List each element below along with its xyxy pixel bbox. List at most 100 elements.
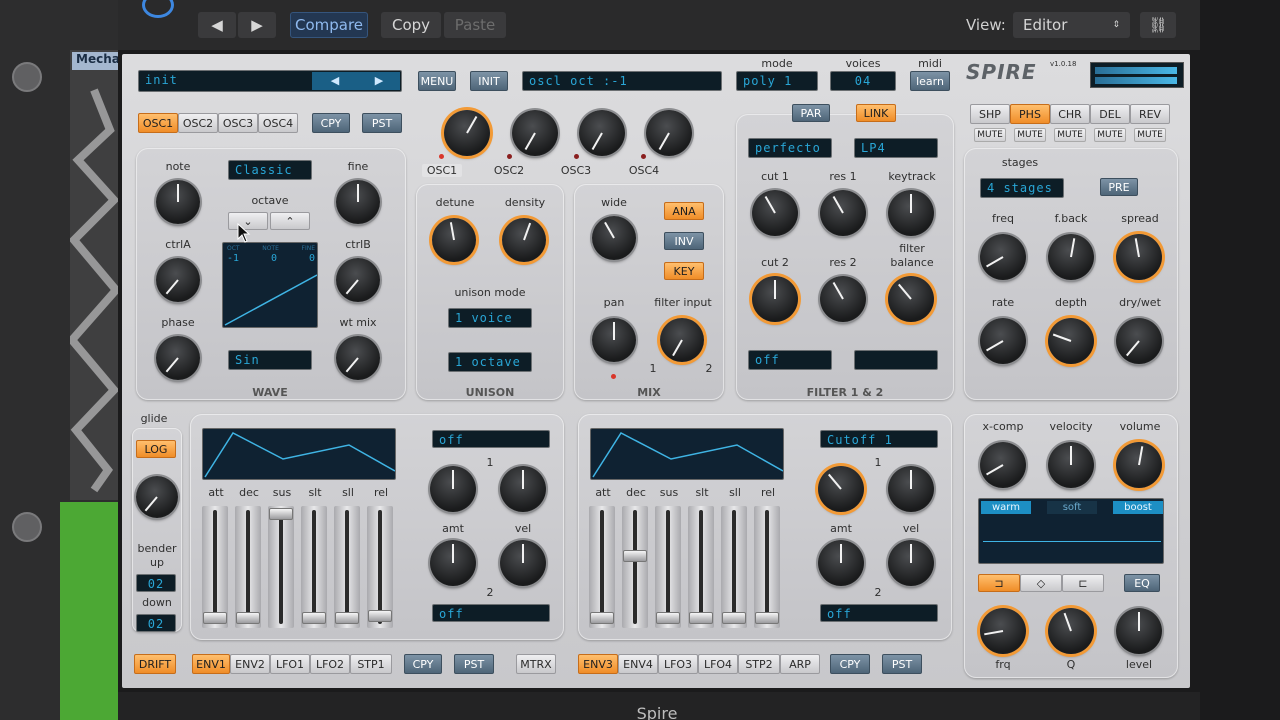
unison-voice-display[interactable]: 1 voice (448, 308, 532, 328)
cut1-knob[interactable] (752, 190, 798, 236)
glide-knob[interactable] (136, 476, 178, 518)
tab-lfo4[interactable]: LFO4 (698, 654, 738, 674)
eq-highshelf-button[interactable]: ⊏ (1062, 574, 1104, 592)
mute-shp-button[interactable]: MUTE (974, 128, 1006, 142)
env-left-copy-button[interactable]: CPY (404, 654, 442, 674)
note-knob[interactable] (156, 180, 200, 224)
paste-button[interactable]: Paste (444, 12, 506, 38)
voices-display[interactable]: 04 (830, 71, 896, 91)
osc2-level-knob[interactable] (512, 110, 558, 156)
env-left-dest2-display[interactable]: off (432, 604, 550, 622)
eq-frq-knob[interactable] (980, 608, 1026, 654)
env-left-dest1-display[interactable]: off (432, 430, 550, 448)
ana-button[interactable]: ANA (664, 202, 704, 220)
tab-osc1[interactable]: OSC1 (138, 113, 178, 133)
osc4-level-knob[interactable] (646, 110, 692, 156)
tab-env4[interactable]: ENV4 (618, 654, 658, 674)
env-right-copy-button[interactable]: CPY (830, 654, 870, 674)
filter1-mode-display[interactable]: LP4 (854, 138, 938, 158)
keytrack-knob[interactable] (888, 190, 934, 236)
filter2-type-display[interactable]: off (748, 350, 832, 370)
env-right-amt1-knob[interactable] (818, 466, 864, 512)
env-left-amt2-knob[interactable] (430, 540, 476, 586)
preset-next-button[interactable]: ▶ (358, 72, 400, 90)
mtrx-button[interactable]: MTRX (516, 654, 556, 674)
tab-lfo3[interactable]: LFO3 (658, 654, 698, 674)
filter-balance-knob[interactable] (888, 276, 934, 322)
env-left-rel-fader[interactable] (367, 506, 393, 628)
osc-type-display[interactable]: Classic (228, 160, 312, 180)
menu-button[interactable]: MENU (418, 71, 456, 91)
tab-osc2[interactable]: OSC2 (178, 113, 218, 133)
env-left-vel2-knob[interactable] (500, 540, 546, 586)
tab-osc4[interactable]: OSC4 (258, 113, 298, 133)
env-right-amt2-knob[interactable] (818, 540, 864, 586)
midi-learn-button[interactable]: learn (910, 71, 950, 91)
boost-button[interactable]: boost (1113, 501, 1163, 514)
env-right-dec-fader[interactable] (622, 506, 648, 628)
bender-up-display[interactable]: 02 (136, 574, 176, 592)
depth-knob[interactable] (1048, 318, 1094, 364)
prev-preset-button[interactable]: ◀ (198, 12, 236, 38)
copy-button[interactable]: Copy (381, 12, 441, 38)
par-button[interactable]: PAR (792, 104, 830, 122)
bender-down-display[interactable]: 02 (136, 614, 176, 632)
eq-button[interactable]: EQ (1124, 574, 1160, 592)
env-left-slt-fader[interactable] (301, 506, 327, 628)
filter-input-knob[interactable] (660, 318, 704, 362)
env-right-slt-fader[interactable] (688, 506, 714, 628)
inv-button[interactable]: INV (664, 232, 704, 250)
rate-knob[interactable] (980, 318, 1026, 364)
track-name[interactable]: Mecha (72, 52, 118, 70)
tab-stp2[interactable]: STP2 (738, 654, 780, 674)
env-left-sus-fader[interactable] (268, 506, 294, 628)
host-knob-1[interactable] (12, 62, 42, 92)
green-region[interactable] (60, 502, 118, 720)
octave-up-button[interactable]: ⌃ (270, 212, 310, 230)
wide-knob[interactable] (592, 216, 636, 260)
fback-knob[interactable] (1048, 234, 1094, 280)
host-knob-2[interactable] (12, 512, 42, 542)
mute-chr-button[interactable]: MUTE (1054, 128, 1086, 142)
tab-phs[interactable]: PHS (1010, 104, 1050, 124)
key-button[interactable]: KEY (664, 262, 704, 280)
freq-knob[interactable] (980, 234, 1026, 280)
tab-env1[interactable]: ENV1 (192, 654, 230, 674)
soft-button[interactable]: soft (1047, 501, 1097, 514)
detune-knob[interactable] (432, 218, 476, 262)
log-button[interactable]: LOG (136, 440, 176, 458)
tab-osc3[interactable]: OSC3 (218, 113, 258, 133)
mute-rev-button[interactable]: MUTE (1134, 128, 1166, 142)
tab-env3[interactable]: ENV3 (578, 654, 618, 674)
ctrla-knob[interactable] (156, 258, 200, 302)
eq-level-knob[interactable] (1116, 608, 1162, 654)
osc1-level-knob[interactable] (444, 110, 490, 156)
env-right-vel2-knob[interactable] (888, 540, 934, 586)
tab-rev[interactable]: REV (1130, 104, 1170, 124)
init-button[interactable]: INIT (470, 71, 508, 91)
next-preset-button[interactable]: ▶ (238, 12, 276, 38)
mute-del-button[interactable]: MUTE (1094, 128, 1126, 142)
eq-peak-button[interactable]: ◇ (1020, 574, 1062, 592)
res2-knob[interactable] (820, 276, 866, 322)
xcomp-knob[interactable] (980, 442, 1026, 488)
env-right-paste-button[interactable]: PST (882, 654, 922, 674)
stages-display[interactable]: 4 stages (980, 178, 1064, 198)
link-button[interactable]: LINK (856, 104, 896, 122)
env-left-paste-button[interactable]: PST (454, 654, 494, 674)
spread-knob[interactable] (1116, 234, 1162, 280)
env-right-att-fader[interactable] (589, 506, 615, 628)
tab-lfo1[interactable]: LFO1 (270, 654, 310, 674)
pre-button[interactable]: PRE (1100, 178, 1138, 196)
osc-paste-button[interactable]: PST (362, 113, 402, 133)
density-knob[interactable] (502, 218, 546, 262)
pan-knob[interactable] (592, 318, 636, 362)
phase-knob[interactable] (156, 336, 200, 380)
fine-knob[interactable] (336, 180, 380, 224)
cut2-knob[interactable] (752, 276, 798, 322)
volume-knob[interactable] (1116, 442, 1162, 488)
env-left-att-fader[interactable] (202, 506, 228, 628)
env-left-vel1-knob[interactable] (500, 466, 546, 512)
filter1-type-display[interactable]: perfecto (748, 138, 832, 158)
compare-button[interactable]: Compare (290, 12, 368, 38)
